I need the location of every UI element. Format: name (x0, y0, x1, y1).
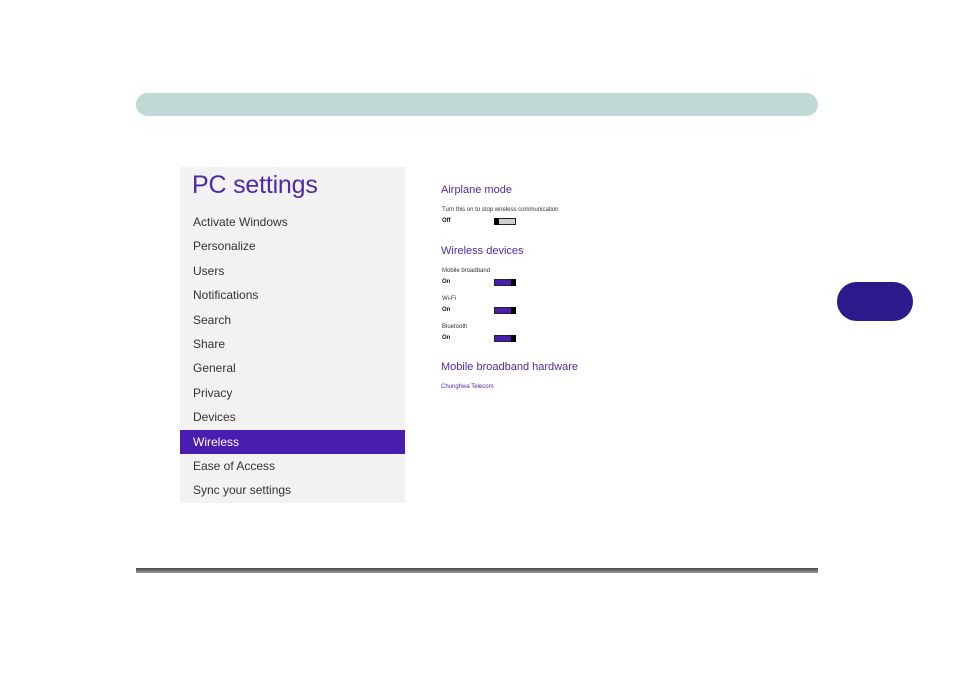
nav-item-users[interactable]: Users (180, 259, 405, 283)
nav-item-general[interactable]: General (180, 356, 405, 380)
wireless-devices-heading: Wireless devices (441, 245, 524, 257)
airplane-mode-description: Turn this on to stop wireless communicat… (442, 207, 559, 213)
wifi-state: On (442, 307, 451, 313)
page-title: PC settings (192, 171, 318, 199)
toggle-knob (511, 335, 516, 342)
toggle-knob (511, 279, 516, 286)
nav-item-share[interactable]: Share (180, 332, 405, 356)
mobile-broadband-state: On (442, 279, 451, 285)
header-bar (136, 93, 818, 116)
nav-item-wireless[interactable]: Wireless (180, 429, 405, 454)
nav-item-devices[interactable]: Devices (180, 405, 405, 429)
mobile-broadband-label: Mobile broadband (442, 268, 491, 274)
airplane-mode-heading: Airplane mode (441, 184, 512, 196)
nav-item-personalize[interactable]: Personalize (180, 234, 405, 258)
nav-item-notifications[interactable]: Notifications (180, 283, 405, 307)
mobile-broadband-hardware-heading: Mobile broadband hardware (441, 361, 578, 373)
wireless-settings-panel: Airplane mode Turn this on to stop wirel… (405, 167, 605, 503)
nav-item-ease-of-access[interactable]: Ease of Access (180, 454, 405, 478)
bluetooth-label: Bluetooth (442, 324, 468, 330)
provider-link[interactable]: Chunghwa Telecom (441, 384, 494, 390)
mobile-broadband-toggle[interactable] (494, 279, 516, 286)
toggle-knob (494, 218, 499, 225)
airplane-mode-toggle[interactable] (494, 218, 516, 225)
nav-list: Activate Windows Personalize Users Notif… (180, 210, 405, 503)
bottom-rule (136, 568, 818, 573)
pc-settings-nav: PC settings Activate Windows Personalize… (180, 167, 405, 503)
toggle-knob (511, 307, 516, 314)
bluetooth-state: On (442, 335, 451, 341)
nav-item-sync-settings[interactable]: Sync your settings (180, 478, 405, 502)
chapter-tab (837, 282, 913, 321)
nav-item-privacy[interactable]: Privacy (180, 381, 405, 405)
wifi-label: Wi-Fi (442, 296, 456, 302)
bluetooth-toggle[interactable] (494, 335, 516, 342)
nav-item-activate-windows[interactable]: Activate Windows (180, 210, 405, 234)
wifi-toggle[interactable] (494, 307, 516, 314)
manual-page: PC settings Activate Windows Personalize… (0, 0, 954, 673)
nav-item-search[interactable]: Search (180, 308, 405, 332)
airplane-mode-state: Off (442, 218, 451, 224)
